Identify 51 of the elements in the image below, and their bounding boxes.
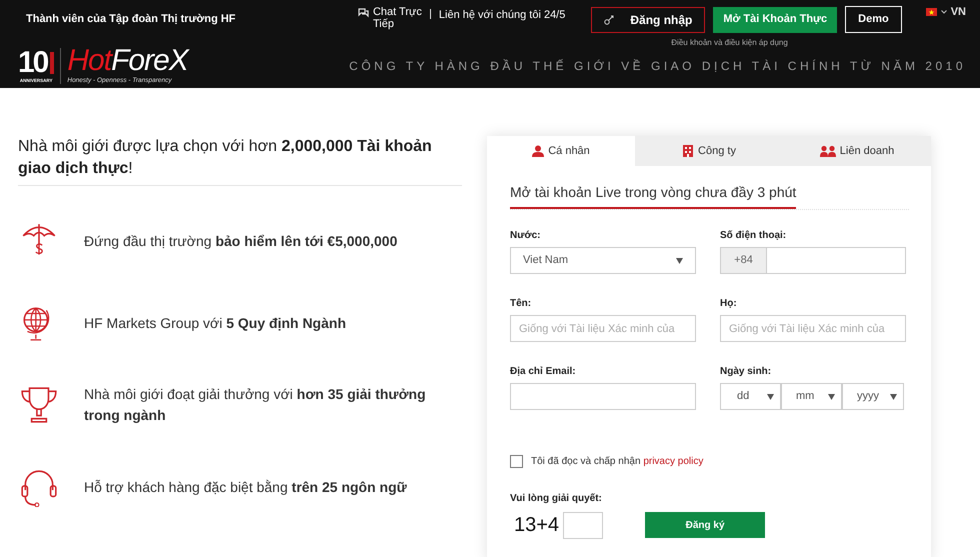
key-icon bbox=[604, 14, 614, 24]
register-button[interactable]: Đăng ký bbox=[645, 512, 766, 538]
person-icon bbox=[532, 145, 544, 157]
field-label: Số điện thoại: bbox=[720, 229, 788, 243]
phone-prefix: +84 bbox=[720, 247, 767, 274]
phone-field[interactable] bbox=[767, 247, 906, 274]
text-field[interactable]: Giống với Tài liệu Xác minh của bbox=[510, 315, 696, 342]
login-button[interactable]: Đăng nhập bbox=[591, 6, 706, 32]
feature-text: HF Markets Group với 5 Quy định Ngành bbox=[84, 314, 347, 333]
contact-link[interactable]: Liên hệ với chúng tôi 24/5 bbox=[438, 7, 566, 24]
date-select[interactable]: dd bbox=[720, 383, 781, 410]
caret-icon bbox=[676, 258, 683, 264]
building-icon bbox=[682, 145, 694, 157]
field-label: Họ: bbox=[720, 297, 738, 311]
feature-text: Nhà môi giới đoạt giải thưởng với hơn 35 giải thưởng trong ngành bbox=[84, 385, 427, 426]
field-label: Địa chỉ Email: bbox=[510, 365, 577, 379]
caret-icon bbox=[890, 394, 897, 400]
field-label: Nước: bbox=[510, 229, 542, 243]
vietnam-flag-icon bbox=[926, 8, 937, 16]
agree-text: Tôi đã đọc và chấp nhận privacy policy bbox=[531, 455, 704, 469]
field-label: Ngày sinh: bbox=[720, 365, 772, 379]
date-select[interactable]: yyyy bbox=[842, 383, 904, 410]
text-field[interactable]: Giống với Tài liệu Xác minh của bbox=[720, 315, 906, 342]
country-select[interactable]: Viet Nam bbox=[510, 247, 696, 274]
captcha-question: 13+4 bbox=[514, 513, 560, 538]
headline: Nhà môi giới được lựa chọn với hơn 2,000,000 Tài khoản giao dịch thực! bbox=[18, 136, 462, 186]
tab[interactable]: Liên doanh bbox=[783, 136, 931, 166]
open-account-button[interactable]: Mở Tài Khoản Thực bbox=[713, 6, 838, 32]
tab[interactable]: Công ty bbox=[635, 136, 783, 166]
member-text: Thành viên của Tập đoàn Thị trường HF bbox=[26, 12, 236, 27]
terms-link[interactable]: Điều khoản và điều kiện áp dụng bbox=[671, 37, 788, 49]
live-chat-link[interactable]: Chat Trực Tiếp bbox=[372, 7, 422, 31]
field-label: Tên: bbox=[510, 297, 532, 311]
language-selector[interactable]: VN bbox=[950, 4, 966, 20]
captcha-answer-field[interactable] bbox=[563, 512, 604, 538]
caret-icon bbox=[940, 10, 947, 14]
people-icon bbox=[820, 145, 836, 157]
feature-text: Hỗ trợ khách hàng đặc biệt bằng trên 25 ngôn ngữ bbox=[84, 478, 408, 497]
demo-button[interactable]: Demo bbox=[845, 6, 902, 33]
form-title: Mở tài khoản Live trong vòng chưa đầy 3 phút bbox=[510, 182, 796, 209]
text-field[interactable] bbox=[510, 383, 696, 410]
privacy-policy-link[interactable]: privacy policy bbox=[643, 456, 704, 467]
caret-icon bbox=[767, 394, 774, 400]
captcha-label: Vui lòng giải quyết: bbox=[510, 492, 603, 506]
date-select[interactable]: mm bbox=[781, 383, 842, 410]
tab[interactable]: Cá nhân bbox=[487, 136, 635, 166]
agree-checkbox[interactable] bbox=[510, 455, 523, 468]
caret-icon bbox=[828, 394, 835, 400]
chat-icon bbox=[358, 8, 369, 18]
slogan: CÔNG TY HÀNG ĐẦU THẾ GIỚI VỀ GIAO DỊCH TÀI CHÍNH TỪ NĂM 2010 bbox=[349, 58, 966, 75]
feature-text: Đứng đầu thị trường bảo hiểm lên tới €5,000,000 bbox=[84, 232, 398, 251]
